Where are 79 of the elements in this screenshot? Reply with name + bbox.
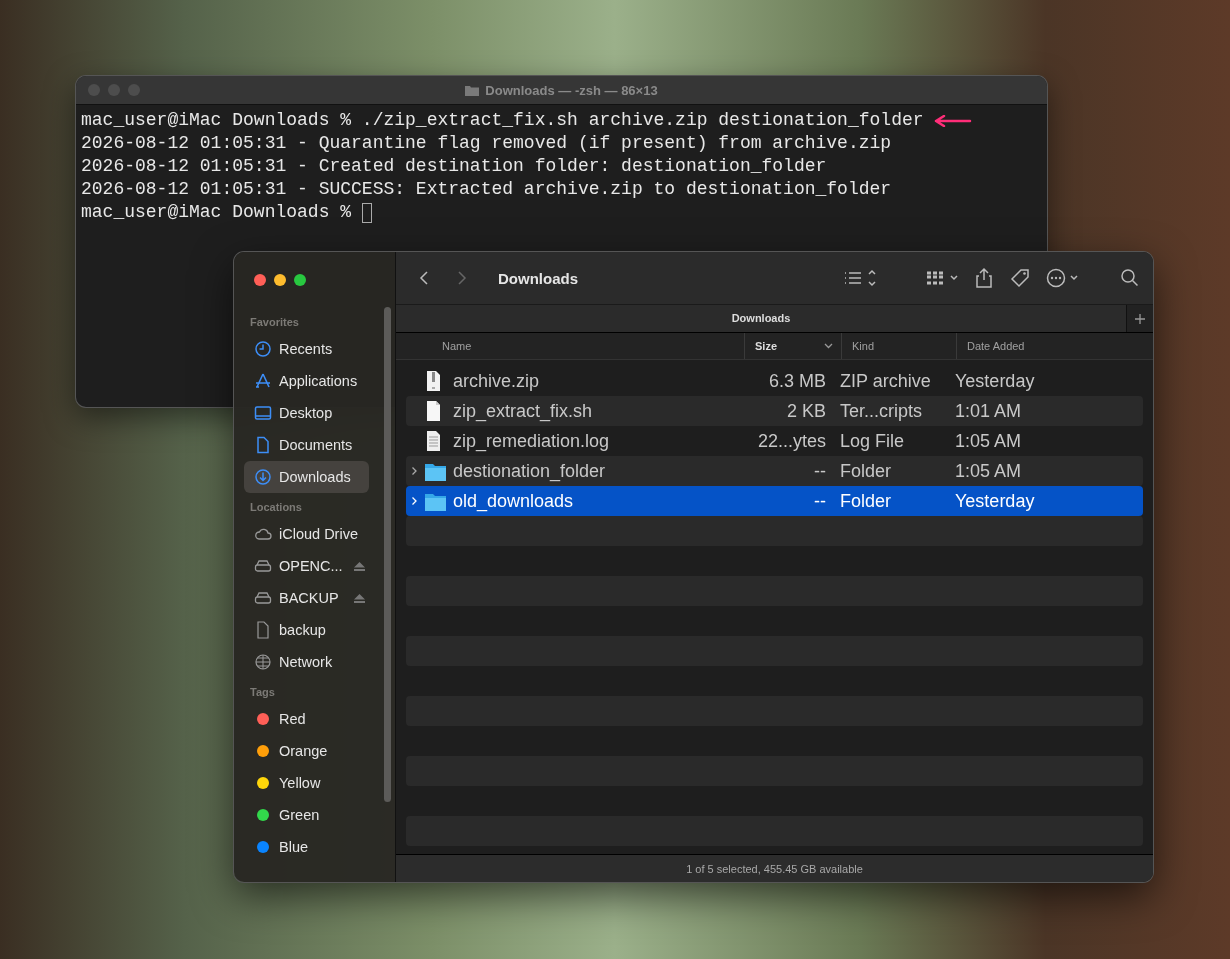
file-name: old_downloads <box>453 490 574 512</box>
file-size: -- <box>814 490 826 511</box>
date-added: Yesterday <box>955 370 1035 391</box>
file-row[interactable]: archive.zip 6.3 MB ZIP archive Yesterday <box>406 366 1143 396</box>
share-icon[interactable] <box>973 267 995 289</box>
clock-icon <box>254 340 272 358</box>
sidebar-item[interactable]: Green <box>244 799 369 831</box>
drive-icon <box>254 589 272 607</box>
tag-icon[interactable] <box>1009 267 1031 289</box>
file-kind: Log File <box>840 430 905 451</box>
terminal-line: 2026-08-12 01:05:31 - Created destination folder: destionation_folder <box>81 155 827 178</box>
date-added: Yesterday <box>955 490 1035 511</box>
sidebar-item[interactable]: backup <box>244 614 369 646</box>
globe-icon <box>254 653 272 671</box>
desktop-icon <box>254 404 272 422</box>
sidebar-item[interactable]: Orange <box>244 735 369 767</box>
eject-icon[interactable] <box>354 593 365 603</box>
sidebar-item[interactable]: Red <box>244 703 369 735</box>
eject-icon[interactable] <box>354 561 365 571</box>
file-row[interactable]: old_downloads -- Folder Yesterday <box>406 486 1143 516</box>
search-icon[interactable] <box>1119 267 1141 289</box>
column-header[interactable]: Kind <box>841 333 956 359</box>
file-kind: Folder <box>840 490 892 511</box>
app-store-icon <box>254 372 272 390</box>
window-title: Downloads <box>498 269 579 287</box>
disclosure-icon[interactable] <box>411 466 418 476</box>
close-button[interactable] <box>254 274 266 286</box>
list-view-icon[interactable] <box>843 267 877 289</box>
file-row[interactable]: destionation_folder -- Folder 1:05 AM <box>406 456 1143 486</box>
minimize-button[interactable] <box>274 274 286 286</box>
file-name: destionation_folder <box>453 460 606 482</box>
file-size: -- <box>814 460 826 481</box>
sidebar-item[interactable]: Desktop <box>244 397 369 429</box>
sidebar-item[interactable]: Documents <box>244 429 369 461</box>
terminal-line: mac_user@iMac Downloads % ./zip_extract_fix.sh archive.zip destionation_folder <box>81 109 924 132</box>
folder-icon <box>465 84 480 96</box>
column-header[interactable]: Date Added <box>956 333 1153 359</box>
file-row[interactable]: zip_remediation.log 22...ytes Log File 1:05 AM <box>406 426 1143 456</box>
column-header[interactable]: Name <box>396 333 744 359</box>
sidebar-item[interactable]: Recents <box>244 333 369 365</box>
terminal-prompt: mac_user@iMac Downloads % <box>81 201 352 224</box>
more-icon[interactable] <box>1045 267 1079 289</box>
file-name: zip_remediation.log <box>453 430 610 452</box>
sidebar-item[interactable]: iCloud Drive <box>244 518 369 550</box>
column-header[interactable]: Size <box>744 333 841 359</box>
file-kind: Ter...cripts <box>840 400 923 421</box>
sidebar-item[interactable]: Applications <box>244 365 369 397</box>
terminal-line: 2026-08-12 01:05:31 - SUCCESS: Extracted archive.zip to destionation_folder <box>81 178 892 201</box>
sidebar-item[interactable]: Downloads <box>244 461 369 493</box>
file-kind: ZIP archive <box>840 370 931 391</box>
file-kind: Folder <box>840 460 892 481</box>
sidebar-item[interactable]: BACKUP <box>244 582 369 614</box>
sidebar-heading: Locations <box>249 500 303 515</box>
terminal-line: 2026-08-12 01:05:31 - Quarantine flag removed (if present) from archive.zip <box>81 132 892 155</box>
sidebar-item[interactable]: OPENC... <box>244 550 369 582</box>
zoom-button[interactable] <box>294 274 306 286</box>
date-added: 1:05 AM <box>955 460 1022 481</box>
file-size: 6.3 MB <box>768 370 826 391</box>
chevron-down-icon <box>824 343 833 349</box>
document-icon <box>254 436 272 454</box>
sidebar-item[interactable]: Blue <box>244 831 369 863</box>
sidebar-heading: Tags <box>249 685 276 700</box>
date-added: 1:05 AM <box>955 430 1022 451</box>
download-icon <box>254 468 272 486</box>
file-name: zip_extract_fix.sh <box>453 400 593 422</box>
file-size: 22...ytes <box>757 430 826 451</box>
cursor-icon <box>362 202 373 223</box>
status-bar: 1 of 5 selected, 455.45 GB available <box>396 854 1153 882</box>
sidebar-heading: Favorites <box>249 315 300 330</box>
tab[interactable]: Downloads <box>396 305 1126 332</box>
file-row[interactable]: zip_extract_fix.sh 2 KB Ter...cripts 1:01 AM <box>406 396 1143 426</box>
file-size: 2 KB <box>786 400 826 421</box>
file-icon <box>254 621 272 639</box>
window-title: Downloads — -zsh — 86×13 <box>485 82 658 98</box>
date-added: 1:01 AM <box>955 400 1022 421</box>
sidebar-item[interactable]: Yellow <box>244 767 369 799</box>
sidebar-item[interactable]: Network <box>244 646 369 678</box>
drive-icon <box>254 557 272 575</box>
file-name: archive.zip <box>453 370 540 392</box>
